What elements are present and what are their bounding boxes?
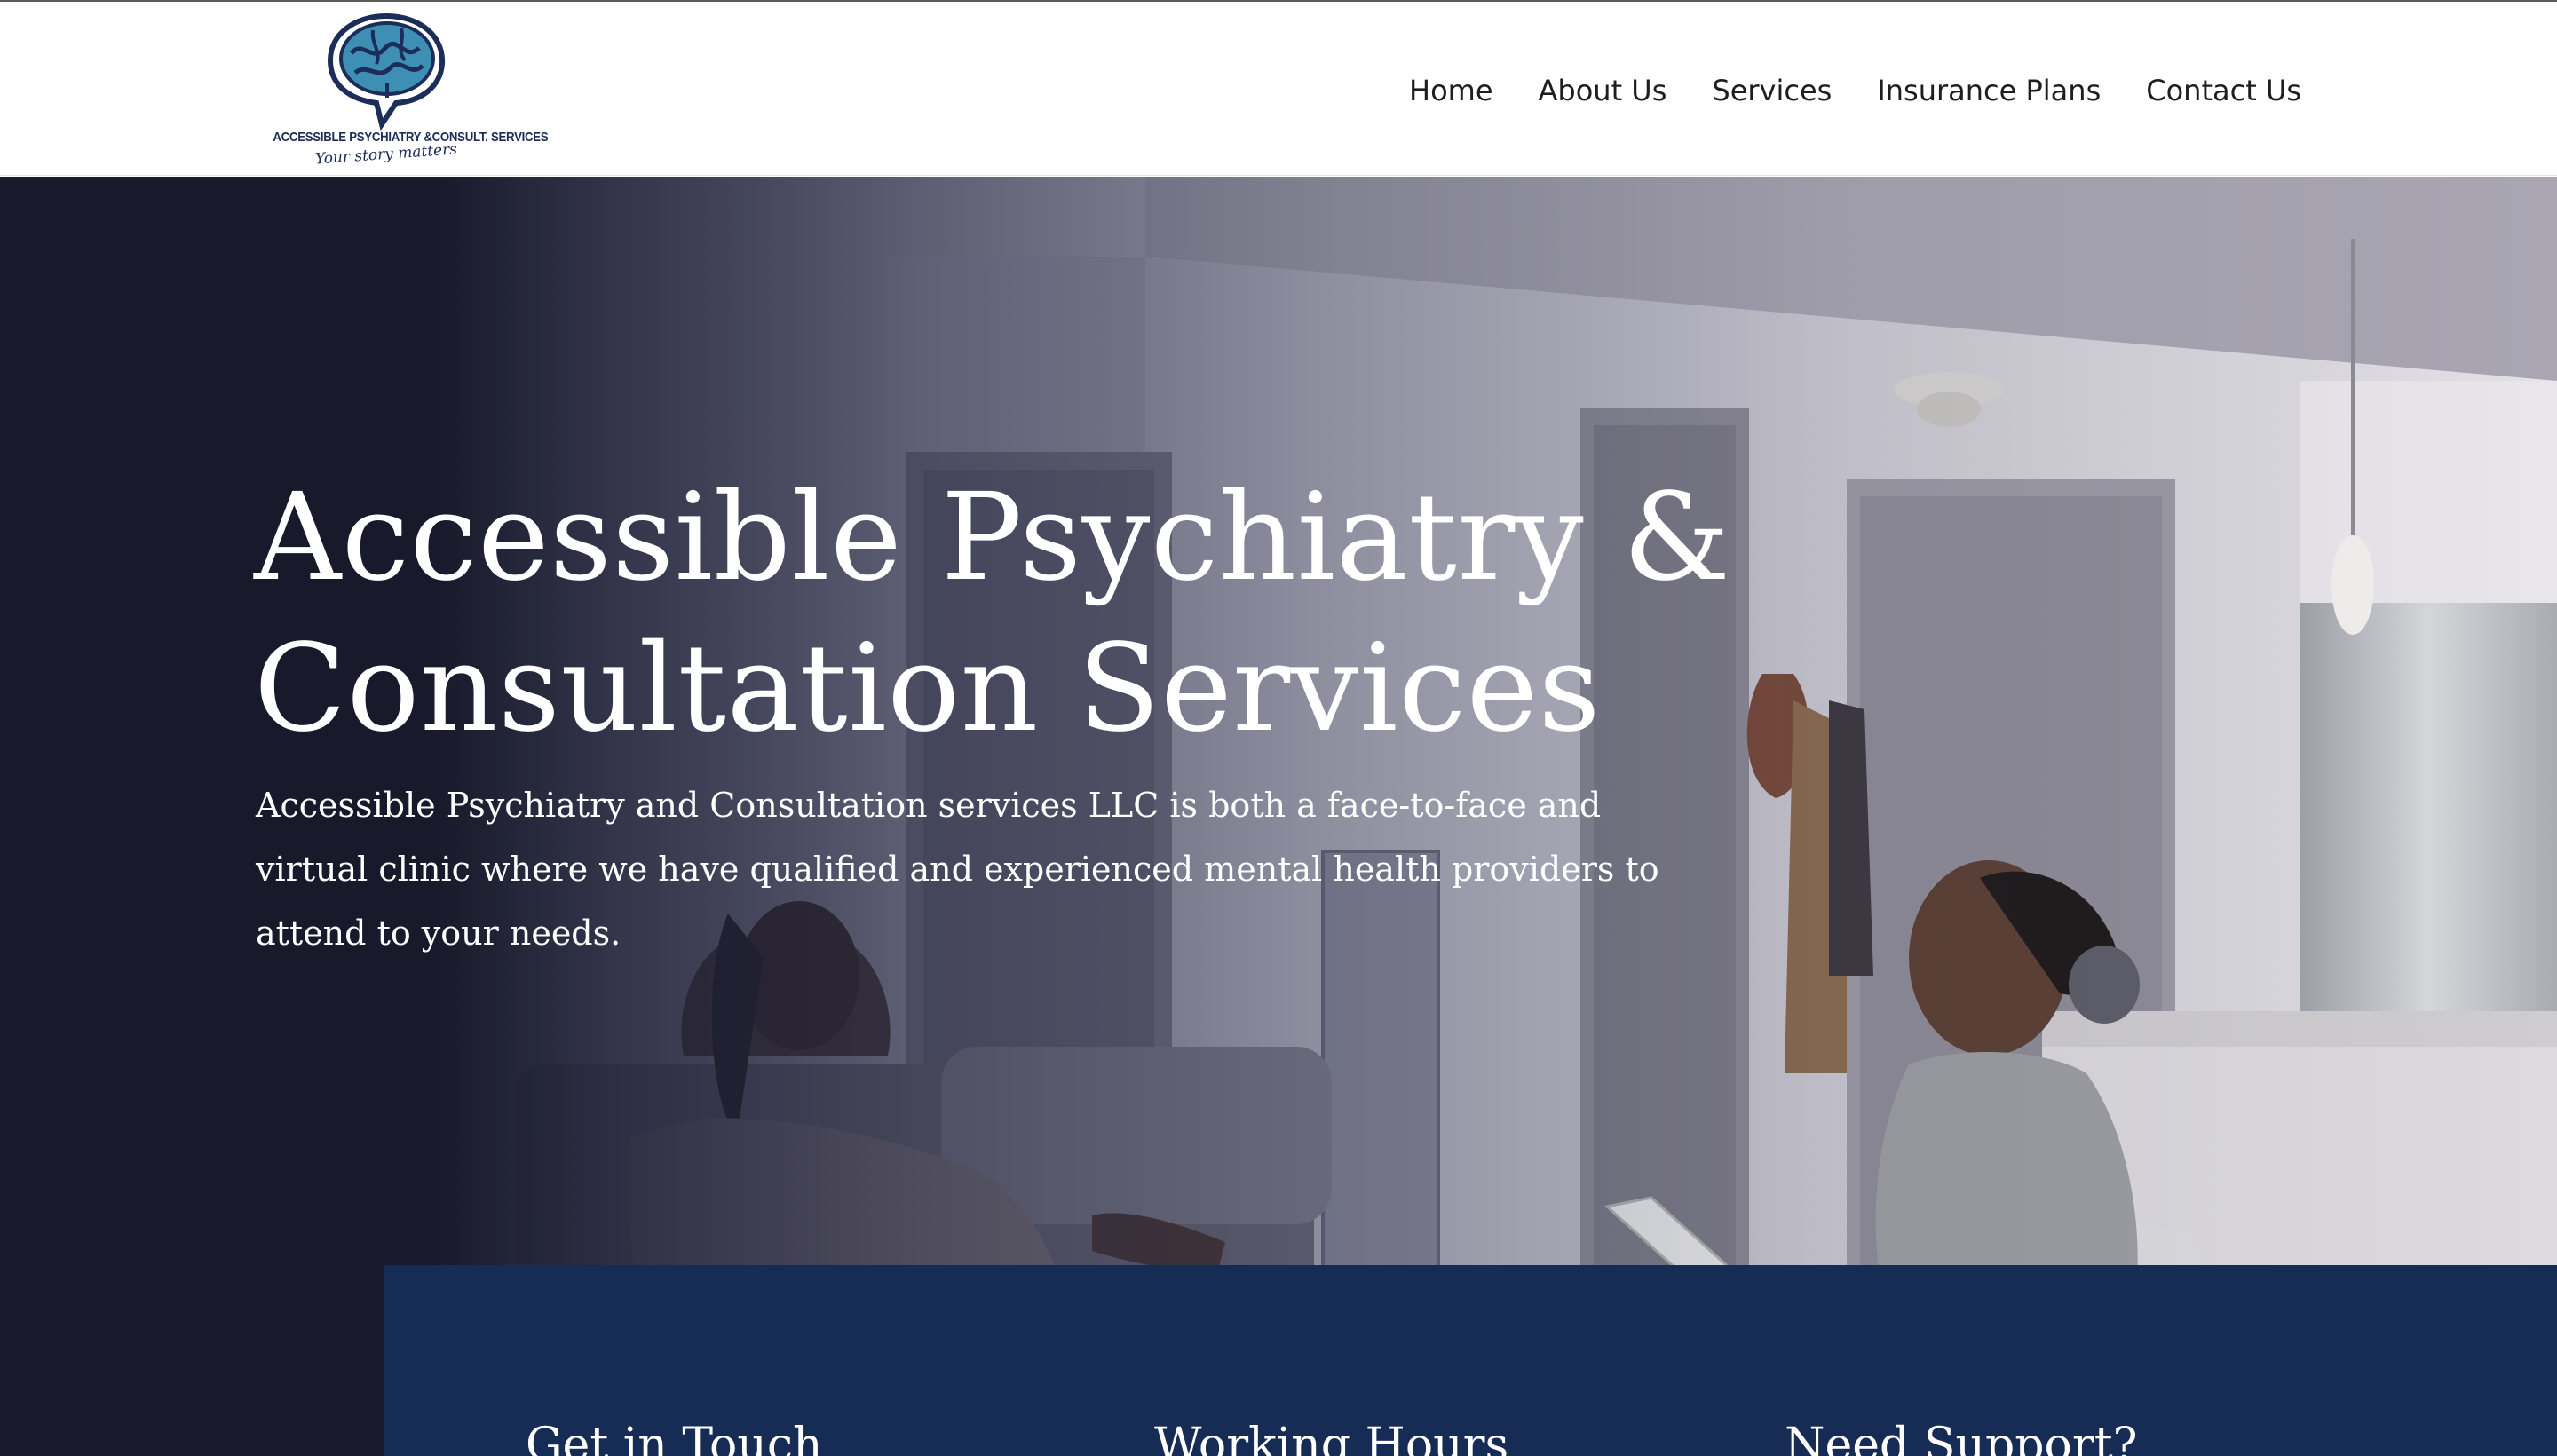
need-support-heading: Need Support? <box>1785 1419 2138 1456</box>
site-logo[interactable]: ACCESSIBLE PSYCHIATRY &CONSULT. SERVICES… <box>257 9 549 170</box>
working-hours-heading: Working Hours <box>1154 1419 1509 1456</box>
brain-speech-bubble-icon <box>327 12 446 131</box>
site-header: ACCESSIBLE PSYCHIATRY &CONSULT. SERVICES… <box>0 2 2557 176</box>
hero-title-line-1: Accessible Psychiatry & <box>254 468 1731 608</box>
nav-contact-us[interactable]: Contact Us <box>2146 71 2301 110</box>
hero-title: Accessible Psychiatry & Consultation Ser… <box>254 463 1763 764</box>
hero-title-line-2: Consultation Services <box>254 619 1601 759</box>
get-in-touch-heading: Get in Touch <box>526 1419 823 1456</box>
hero-description: Accessible Psychiatry and Consultation s… <box>256 786 1659 953</box>
info-band: Get in Touch Working Hours Need Support? <box>384 1265 2557 1456</box>
nav-services[interactable]: Services <box>1712 71 1832 110</box>
nav-insurance-plans[interactable]: Insurance Plans <box>1877 71 2101 110</box>
main-nav: Home About Us Services Insurance Plans C… <box>1409 71 2301 110</box>
nav-about-us[interactable]: About Us <box>1539 71 1667 110</box>
hero-section: Accessible Psychiatry & Consultation Ser… <box>0 177 2557 1456</box>
nav-home[interactable]: Home <box>1409 71 1493 110</box>
